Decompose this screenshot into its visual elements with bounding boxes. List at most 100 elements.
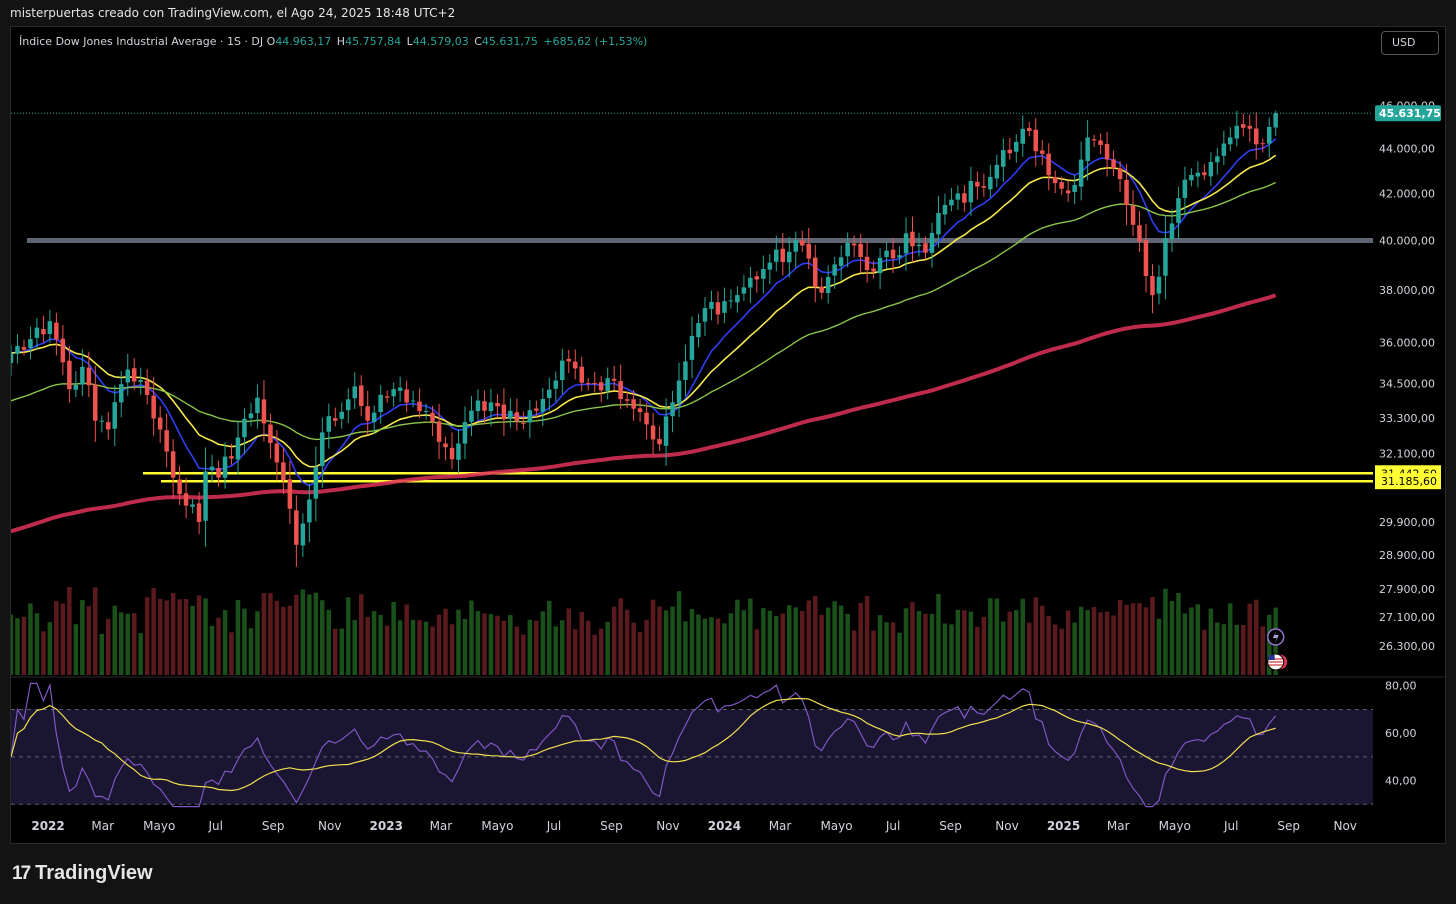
chart-panel[interactable]: 46.000,0044.000,0042.000,0040.000,0038.0… (10, 26, 1446, 844)
candle-body (508, 410, 513, 419)
candle-body (106, 422, 111, 430)
candle (1046, 143, 1051, 191)
volume-bar (1020, 598, 1025, 675)
candle-body (384, 396, 390, 398)
volume-bar (287, 605, 293, 675)
candle (942, 193, 948, 225)
low-value: 44.579,03 (412, 35, 469, 48)
candle-body (936, 213, 941, 235)
volume-bar (495, 615, 500, 675)
candle-body (735, 295, 740, 303)
candle (60, 325, 66, 376)
volume-bar (884, 622, 889, 675)
candle (598, 375, 604, 403)
volume-bar (11, 614, 14, 675)
candle (488, 388, 494, 427)
time-axis-label: 2025 (1047, 819, 1080, 833)
volume-bar (229, 632, 234, 675)
candle-body (579, 366, 584, 383)
volume-bar (41, 631, 46, 675)
candle-body (1208, 162, 1214, 177)
candle (1176, 186, 1181, 240)
price-chart[interactable]: 46.000,0044.000,0042.000,0040.000,0038.0… (11, 27, 1446, 844)
volume-bar (858, 602, 863, 675)
volume-bar (709, 617, 714, 675)
candle-body (644, 412, 649, 425)
volume-bar (307, 594, 312, 675)
volume-bar (877, 615, 883, 675)
candle (1014, 134, 1019, 163)
candle (1202, 164, 1207, 181)
volume-bar (942, 623, 948, 675)
currency-button[interactable]: USD (1381, 31, 1439, 55)
price-axis-label: 36.000,00 (1379, 336, 1435, 349)
candle (929, 222, 935, 268)
candle (15, 334, 20, 364)
volume-bar (553, 626, 558, 675)
volume-bar (598, 628, 604, 675)
candle-body (1176, 198, 1181, 223)
candle (99, 415, 104, 433)
candle-body (1059, 182, 1064, 189)
volume-bar (80, 600, 85, 675)
volume-bar (255, 611, 260, 675)
time-axis-label: Nov (318, 819, 341, 833)
candle-body (430, 412, 435, 422)
volume-bar (605, 621, 610, 675)
candle (508, 398, 513, 428)
volume-bar (1169, 601, 1175, 675)
ema-10-line (11, 138, 1277, 487)
volume-bar (1163, 588, 1168, 675)
volume-bar (722, 623, 727, 675)
volume-bar (352, 620, 357, 675)
volume-bar (67, 587, 72, 675)
volume-bar (1208, 608, 1214, 675)
volume-bar (1202, 629, 1207, 675)
volume-bar (417, 620, 422, 675)
candle-body (897, 255, 902, 258)
volume-bar (1215, 622, 1220, 675)
volume-bar (560, 620, 565, 675)
symbol-title[interactable]: Índice Dow Jones Industrial Average · 1S… (19, 35, 263, 48)
candle-body (624, 399, 630, 401)
candle-body (1247, 125, 1252, 129)
candle-body (47, 321, 53, 334)
candle-body (819, 286, 824, 293)
candle (54, 312, 59, 356)
candle-body (923, 243, 928, 253)
volume-bar (929, 614, 935, 675)
volume-bar (521, 634, 526, 675)
candle-body (119, 384, 124, 403)
volume-bar (488, 614, 494, 675)
volume-bar (106, 618, 111, 675)
candle (294, 495, 299, 567)
candle (287, 461, 293, 525)
candle-body (1130, 205, 1136, 225)
candle-body (281, 462, 286, 481)
volume-bar (936, 593, 941, 675)
price-axis-label: 33.300,00 (1379, 412, 1435, 425)
candle-body (495, 402, 500, 407)
time-axis-label: Mayo (820, 819, 852, 833)
candle-body (242, 418, 247, 438)
candle-body (683, 361, 688, 380)
candle-body (1143, 240, 1149, 276)
candle-body (1137, 225, 1142, 242)
volume-bar (1221, 624, 1227, 675)
candle (605, 367, 610, 400)
price-axis-label: 42.000,00 (1379, 187, 1435, 200)
candle (1156, 265, 1162, 305)
volume-bar (21, 616, 27, 675)
candle-body (650, 425, 656, 440)
candle-body (949, 199, 954, 206)
candle-body (488, 402, 494, 412)
candle (864, 242, 870, 283)
candle-body (676, 380, 682, 404)
candle-body (527, 410, 533, 423)
volume-bar (1117, 599, 1123, 675)
candle-body (482, 401, 487, 411)
candle (1104, 132, 1110, 177)
candle-body (34, 327, 40, 338)
candle-body (1078, 159, 1084, 187)
candle (754, 271, 760, 293)
